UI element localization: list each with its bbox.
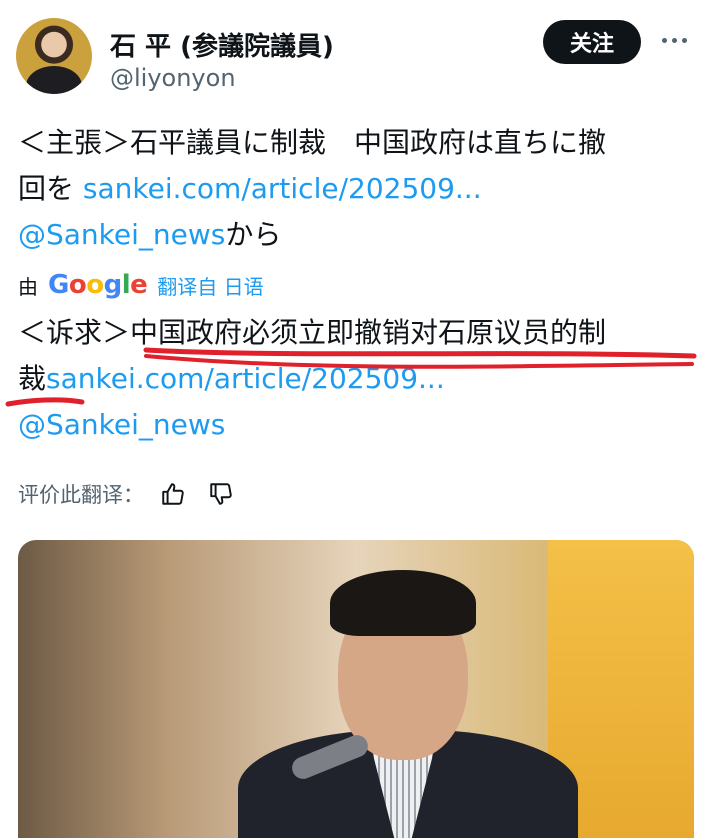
thumbs-up-icon[interactable] xyxy=(154,477,192,511)
google-logo[interactable]: Google xyxy=(48,270,148,300)
translated-from-link[interactable]: 翻译自 日语 xyxy=(157,271,263,300)
google-letter: o xyxy=(86,270,104,300)
author-name[interactable]: 石 平 (参議院議員) xyxy=(110,26,334,63)
translated-line-3: @Sankei_news xyxy=(18,402,698,448)
tweet-line-2: 回を sankei.com/article/202509... xyxy=(18,166,698,212)
tweet-line-1: ＜主張＞石平議員に制裁 中国政府は直ちに撤 xyxy=(18,126,607,159)
translated-prefix: ＜诉求＞ xyxy=(18,316,131,349)
tweet-header: 石 平 (参議院議員) @liyonyon 关注 xyxy=(0,0,708,110)
article-link[interactable]: sankei.com/article/202509... xyxy=(83,172,482,205)
rate-translation-label: 评价此翻译： xyxy=(18,483,144,507)
follow-button[interactable]: 关注 xyxy=(543,20,641,64)
mention-suffix: から xyxy=(225,218,282,251)
tweet-line-2-prefix: 回を xyxy=(18,172,83,205)
rate-translation: 评价此翻译： xyxy=(18,476,240,512)
translated-sankei-mention[interactable]: @Sankei_news xyxy=(18,408,225,441)
thumbs-down-icon[interactable] xyxy=(202,477,240,511)
photo-person-hair xyxy=(330,570,476,636)
translated-line-1: ＜诉求＞中国政府必须立即撤销对石原议员的制 xyxy=(18,310,698,356)
translation-bar: 由 Google 翻译自 日语 xyxy=(18,268,264,302)
avatar-photo xyxy=(26,66,82,94)
translated-line-2: 裁sankei.com/article/202509... xyxy=(18,356,698,402)
tweet-media-photo[interactable] xyxy=(18,540,694,838)
google-letter: g xyxy=(103,270,123,300)
translated-by-label: 由 xyxy=(18,274,38,299)
google-letter: o xyxy=(68,270,87,300)
avatar[interactable] xyxy=(16,18,92,94)
more-options-icon[interactable] xyxy=(662,28,698,52)
google-letter: l xyxy=(121,270,131,300)
google-letter: e xyxy=(130,270,148,300)
google-letter: G xyxy=(48,270,69,300)
translated-highlight-text: 中国政府必须立即撤销对石原议员的制 xyxy=(130,316,607,349)
author-handle[interactable]: @liyonyon xyxy=(110,64,236,92)
sankei-mention[interactable]: @Sankei_news xyxy=(18,218,225,251)
translated-line-2-prefix: 裁 xyxy=(18,362,47,395)
translated-article-link[interactable]: sankei.com/article/202509... xyxy=(46,362,445,395)
tweet-line-3: @Sankei_newsから xyxy=(18,212,698,258)
